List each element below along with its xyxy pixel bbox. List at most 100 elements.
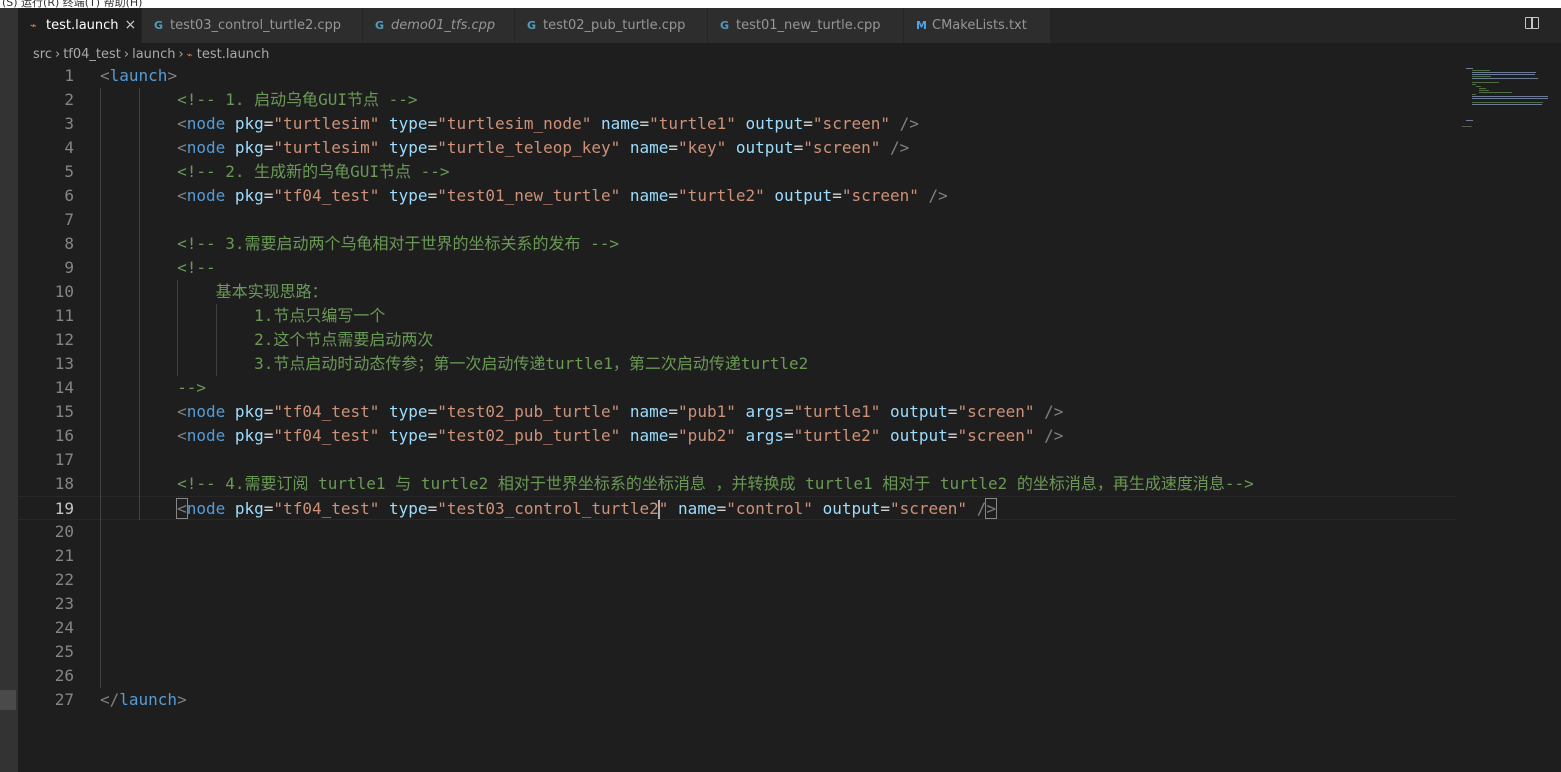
indent-guide <box>177 280 179 376</box>
minimap-line <box>1478 88 1487 89</box>
minimap-line <box>1472 70 1490 71</box>
code-line[interactable]: 4 <node pkg="turtlesim" type="turtle_tel… <box>18 136 1456 160</box>
code-line[interactable]: 17 <box>18 448 1456 472</box>
line-number: 7 <box>64 210 74 229</box>
tab-label: CMakeLists.txt <box>932 18 1027 33</box>
code-line[interactable]: 21 <box>18 544 1456 568</box>
code-line[interactable]: 16 <node pkg="tf04_test" type="test02_pu… <box>18 424 1456 448</box>
code-text[interactable]: 2.这个节点需要启动两次 <box>100 328 433 352</box>
code-text[interactable]: <node pkg="turtlesim" type="turtle_teleo… <box>100 136 909 160</box>
minimap-line <box>1472 104 1543 105</box>
code-line[interactable]: 24 <box>18 616 1456 640</box>
minimap[interactable] <box>1462 66 1561 772</box>
line-number: 17 <box>54 450 74 469</box>
code-text[interactable]: <!-- 1. 启动乌龟GUI节点 --> <box>100 88 418 112</box>
code-line[interactable]: 10 基本实现思路： <box>18 280 1456 304</box>
cpp-icon: G <box>375 19 385 32</box>
minimap-line <box>1472 96 1548 97</box>
line-number: 8 <box>64 234 74 253</box>
minimap-line <box>1472 98 1548 99</box>
tab-test02-pub-turtle[interactable]: Gtest02_pub_turtle.cpp <box>515 8 708 43</box>
line-number: 20 <box>54 522 74 541</box>
minimap-line <box>1472 76 1492 77</box>
code-line[interactable]: 14 --> <box>18 376 1456 400</box>
breadcrumb-item[interactable]: tf04_test <box>63 47 121 62</box>
code-line[interactable]: 20 <box>18 520 1456 544</box>
code-text[interactable]: <node pkg="tf04_test" type="test01_new_t… <box>100 184 948 208</box>
code-editor[interactable]: 1 <launch> 2 <!-- 1. 启动乌龟GUI节点 --> 3 <node … <box>18 66 1561 772</box>
line-number: 10 <box>54 282 74 301</box>
chevron-right-icon: › <box>178 47 184 62</box>
code-text[interactable]: 3.节点启动时动态传参；第一次启动传递turtle1，第二次启动传递turtle… <box>100 352 808 376</box>
code-line[interactable]: 3 <node pkg="turtlesim" type="turtlesim_… <box>18 112 1456 136</box>
code-line[interactable]: 13 3.节点启动时动态传参；第一次启动传递turtle1，第二次启动传递tur… <box>18 352 1456 376</box>
code-text[interactable]: <!-- 3.需要启动两个乌龟相对于世界的坐标关系的发布 --> <box>100 232 619 256</box>
code-line[interactable]: 25 <box>18 640 1456 664</box>
line-number: 11 <box>54 306 74 325</box>
tab-test03-control-turtle2[interactable]: Gtest03_control_turtle2.cpp <box>142 8 363 43</box>
code-text[interactable]: 1.节点只编写一个 <box>100 304 385 328</box>
code-line[interactable]: 5 <!-- 2. 生成新的乌龟GUI节点 --> <box>18 160 1456 184</box>
code-text[interactable]: 基本实现思路： <box>100 280 328 304</box>
code-text[interactable]: <!-- <box>100 256 216 280</box>
code-line[interactable]: 15 <node pkg="tf04_test" type="test02_pu… <box>18 400 1456 424</box>
code-line[interactable]: 23 <box>18 592 1456 616</box>
code-text[interactable]: <!-- 4.需要订阅 turtle1 与 turtle2 相对于世界坐标系的坐… <box>100 472 1254 496</box>
code-text[interactable]: <node pkg="tf04_test" type="test02_pub_t… <box>100 424 1063 448</box>
code-line[interactable]: 8 <!-- 3.需要启动两个乌龟相对于世界的坐标关系的发布 --> <box>18 232 1456 256</box>
minimap-line <box>1472 74 1535 75</box>
code-line[interactable]: 6 <node pkg="tf04_test" type="test01_new… <box>18 184 1456 208</box>
breadcrumb-item[interactable]: test.launch <box>197 47 270 62</box>
breadcrumb-item[interactable]: src <box>33 47 52 62</box>
code-text[interactable]: <node pkg="tf04_test" type="test02_pub_t… <box>100 400 1063 424</box>
code-line[interactable]: 11 1.节点只编写一个 <box>18 304 1456 328</box>
tab-bar: ⌁ test.launch × Gtest03_control_turtle2.cp… <box>18 8 1561 43</box>
code-text[interactable]: </launch> <box>100 688 187 712</box>
code-text[interactable]: <node pkg="turtlesim" type="turtlesim_no… <box>100 112 919 136</box>
tab-test-launch[interactable]: ⌁ test.launch × <box>18 8 142 43</box>
line-number: 16 <box>54 426 74 445</box>
split-editor-icon[interactable] <box>1525 17 1539 29</box>
code-line[interactable]: 12 2.这个节点需要启动两次 <box>18 328 1456 352</box>
code-line[interactable]: 1 <launch> <box>18 64 1456 88</box>
code-line[interactable]: 2 <!-- 1. 启动乌龟GUI节点 --> <box>18 88 1456 112</box>
code-line[interactable]: 18 <!-- 4.需要订阅 turtle1 与 turtle2 相对于世界坐标… <box>18 472 1456 496</box>
line-number: 4 <box>64 138 74 157</box>
line-number: 18 <box>54 474 74 493</box>
code-line[interactable]: 22 <box>18 568 1456 592</box>
code-line[interactable]: 7 <box>18 208 1456 232</box>
line-number: 26 <box>54 666 74 685</box>
activity-bar <box>0 8 18 772</box>
line-number: 9 <box>64 258 74 277</box>
line-number: 21 <box>54 546 74 565</box>
code-line[interactable]: 19 <node pkg="tf04_test" type="test03_co… <box>18 496 1456 520</box>
menu-bar[interactable]: (S) 运行(R) 终端(T) 帮助(H) <box>0 0 1561 8</box>
line-number: 19 <box>54 499 74 518</box>
line-number: 12 <box>54 330 74 349</box>
line-number: 6 <box>64 186 74 205</box>
code-text[interactable]: <node pkg="tf04_test" type="test03_contr… <box>100 497 997 521</box>
chevron-right-icon: › <box>123 47 130 62</box>
tab-test01-new-turtle[interactable]: Gtest01_new_turtle.cpp <box>708 8 904 43</box>
line-number: 15 <box>54 402 74 421</box>
indent-guide <box>138 88 140 520</box>
line-number: 14 <box>54 378 74 397</box>
close-icon[interactable]: × <box>125 17 137 33</box>
code-line[interactable]: 26 <box>18 664 1456 688</box>
code-text[interactable]: --> <box>100 376 206 400</box>
breadcrumb-item[interactable]: launch <box>132 47 175 62</box>
minimap-line <box>1472 102 1543 103</box>
code-line[interactable]: 9 <!-- <box>18 256 1456 280</box>
tab-demo01-tfs[interactable]: Gdemo01_tfs.cpp <box>363 8 515 43</box>
tab-label: demo01_tfs.cpp <box>391 18 496 33</box>
tab-cmakelists[interactable]: M CMakeLists.txt <box>904 8 1051 43</box>
menu-bar-text[interactable]: (S) 运行(R) 终端(T) 帮助(H) <box>2 0 142 8</box>
code-text[interactable]: <launch> <box>100 64 177 88</box>
code-line[interactable]: 27 </launch> <box>18 688 1456 712</box>
breadcrumb: src › tf04_test › launch › ⌁ test.launch <box>33 44 269 66</box>
line-number: 23 <box>54 594 74 613</box>
minimap-line <box>1472 78 1538 79</box>
indent-guide <box>215 304 217 376</box>
cpp-icon: G <box>527 19 537 32</box>
code-text[interactable]: <!-- 2. 生成新的乌龟GUI节点 --> <box>100 160 450 184</box>
